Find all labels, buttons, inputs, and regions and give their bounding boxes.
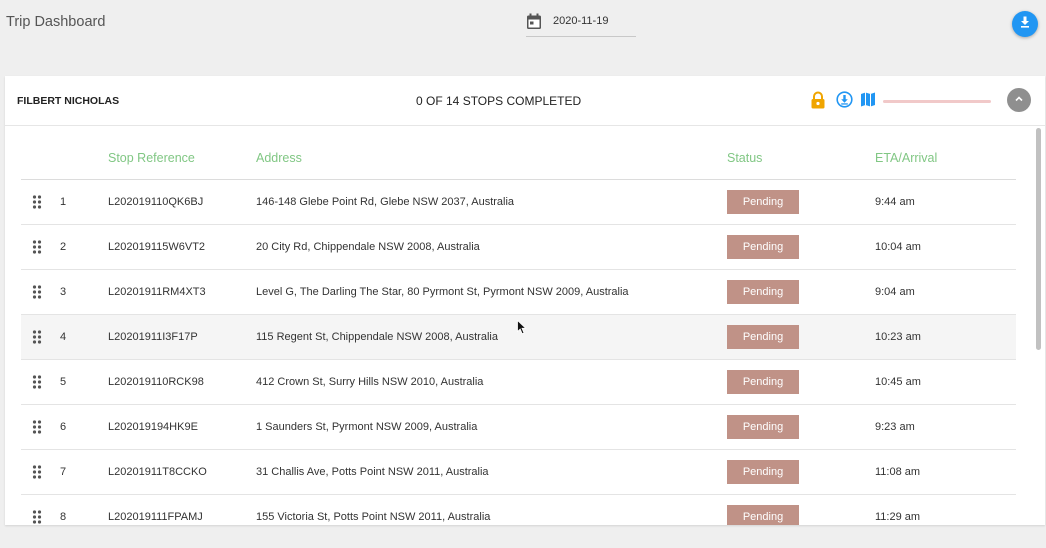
- table-header: Stop Reference Address Status ETA/Arriva…: [21, 126, 1016, 180]
- stop-address: Level G, The Darling The Star, 80 Pyrmon…: [256, 286, 629, 298]
- mouse-cursor-icon: [517, 319, 527, 340]
- stop-eta: 11:29 am: [875, 511, 921, 523]
- date-picker[interactable]: 2020-11-19: [526, 12, 636, 37]
- collapse-up-icon: [1014, 91, 1024, 109]
- stop-reference: L202019111FPAMJ: [108, 511, 203, 523]
- status-badge[interactable]: Pending: [727, 325, 799, 349]
- download-icon: [1019, 15, 1031, 33]
- stops-summary: 0 OF 14 STOPS COMPLETED: [416, 94, 582, 108]
- drag-handle-icon[interactable]: [32, 285, 42, 302]
- stop-address: 1 Saunders St, Pyrmont NSW 2009, Austral…: [256, 421, 478, 433]
- status-badge[interactable]: Pending: [727, 415, 799, 439]
- stop-address: 155 Victoria St, Potts Point NSW 2011, A…: [256, 511, 491, 523]
- status-badge[interactable]: Pending: [727, 370, 799, 394]
- table-body: 1 L202019110QK6BJ 146-148 Glebe Point Rd, …: [21, 180, 1016, 525]
- stop-eta: 10:23 am: [875, 331, 921, 343]
- drag-handle-icon[interactable]: [32, 510, 42, 525]
- date-value[interactable]: 2020-11-19: [553, 15, 608, 27]
- table-row[interactable]: 3 L20201911RM4XT3 Level G, The Darling The…: [21, 270, 1016, 315]
- stop-eta: 9:44 am: [875, 196, 915, 208]
- stop-address: 115 Regent St, Chippendale NSW 2008, Aus…: [256, 331, 498, 343]
- status-badge[interactable]: Pending: [727, 190, 799, 214]
- status-badge[interactable]: Pending: [727, 235, 799, 259]
- stop-reference: L20201911T8CCKO: [108, 466, 207, 478]
- top-bar: Trip Dashboard 2020-11-19: [0, 0, 1046, 70]
- page-title: Trip Dashboard: [6, 14, 106, 30]
- stop-reference: L20201911RM4XT3: [108, 286, 206, 298]
- stop-address: 20 City Rd, Chippendale NSW 2008, Austra…: [256, 241, 480, 253]
- stop-address: 412 Crown St, Surry Hills NSW 2010, Aust…: [256, 376, 484, 388]
- stop-number: 8: [60, 511, 67, 523]
- lock-icon[interactable]: [810, 91, 826, 114]
- stop-address: 146-148 Glebe Point Rd, Glebe NSW 2037, …: [256, 196, 515, 208]
- stop-number: 5: [60, 376, 67, 388]
- drag-handle-icon[interactable]: [32, 465, 42, 482]
- table-row[interactable]: 7 L20201911T8CCKO 31 Challis Ave, Potts Po…: [21, 450, 1016, 495]
- table-row[interactable]: 8 L202019111FPAMJ 155 Victoria St, Potts P…: [21, 495, 1016, 525]
- stop-reference: L20201911I3F17P: [108, 331, 198, 343]
- stop-eta: 10:04 am: [875, 241, 921, 253]
- driver-name: FILBERT NICHOLAS: [17, 95, 120, 107]
- header-address[interactable]: Address: [256, 151, 302, 165]
- drag-handle-icon[interactable]: [32, 375, 42, 392]
- table-row[interactable]: 1 L202019110QK6BJ 146-148 Glebe Point Rd, …: [21, 180, 1016, 225]
- stop-eta: 11:08 am: [875, 466, 921, 478]
- trip-card: FILBERT NICHOLAS 0 OF 14 STOPS COMPLETED: [5, 76, 1045, 525]
- trip-card-header: FILBERT NICHOLAS 0 OF 14 STOPS COMPLETED: [5, 76, 1045, 126]
- header-status[interactable]: Status: [727, 151, 762, 165]
- header-eta[interactable]: ETA/Arrival: [875, 151, 937, 165]
- download-button[interactable]: [1012, 11, 1038, 37]
- table-row[interactable]: 5 L202019110RCK98 412 Crown St, Surry Hill…: [21, 360, 1016, 405]
- table-row[interactable]: 6 L202019194HK9E 1 Saunders St, Pyrmont NS…: [21, 405, 1016, 450]
- collapse-button[interactable]: [1007, 88, 1031, 112]
- scroll-thumb[interactable]: [1036, 128, 1041, 350]
- stops-progress-bar: [883, 100, 991, 103]
- stop-address: 31 Challis Ave, Potts Point NSW 2011, Au…: [256, 466, 489, 478]
- stop-reference: L202019110RCK98: [108, 376, 204, 388]
- table-scrollbar[interactable]: [1034, 126, 1042, 524]
- stop-number: 3: [60, 286, 67, 298]
- stop-reference: L202019110QK6BJ: [108, 196, 204, 208]
- stop-reference: L202019115W6VT2: [108, 241, 206, 253]
- stop-number: 1: [60, 196, 67, 208]
- status-badge[interactable]: Pending: [727, 460, 799, 484]
- status-badge[interactable]: Pending: [727, 505, 799, 525]
- stop-eta: 9:23 am: [875, 421, 915, 433]
- stop-eta: 9:04 am: [875, 286, 915, 298]
- map-icon[interactable]: [860, 91, 876, 113]
- stop-reference: L202019194HK9E: [108, 421, 198, 433]
- stop-number: 2: [60, 241, 67, 253]
- drag-handle-icon[interactable]: [32, 420, 42, 437]
- table-row[interactable]: 2 L202019115W6VT2 20 City Rd, Chippendale …: [21, 225, 1016, 270]
- stop-number: 7: [60, 466, 67, 478]
- stop-number: 4: [60, 331, 67, 343]
- calendar-icon[interactable]: [526, 13, 542, 35]
- status-badge[interactable]: Pending: [727, 280, 799, 304]
- header-stop-reference[interactable]: Stop Reference: [108, 151, 195, 165]
- download-circle-icon[interactable]: [836, 91, 853, 113]
- stop-eta: 10:45 am: [875, 376, 921, 388]
- stop-number: 6: [60, 421, 67, 433]
- drag-handle-icon[interactable]: [32, 240, 42, 257]
- drag-handle-icon[interactable]: [32, 195, 42, 212]
- drag-handle-icon[interactable]: [32, 330, 42, 347]
